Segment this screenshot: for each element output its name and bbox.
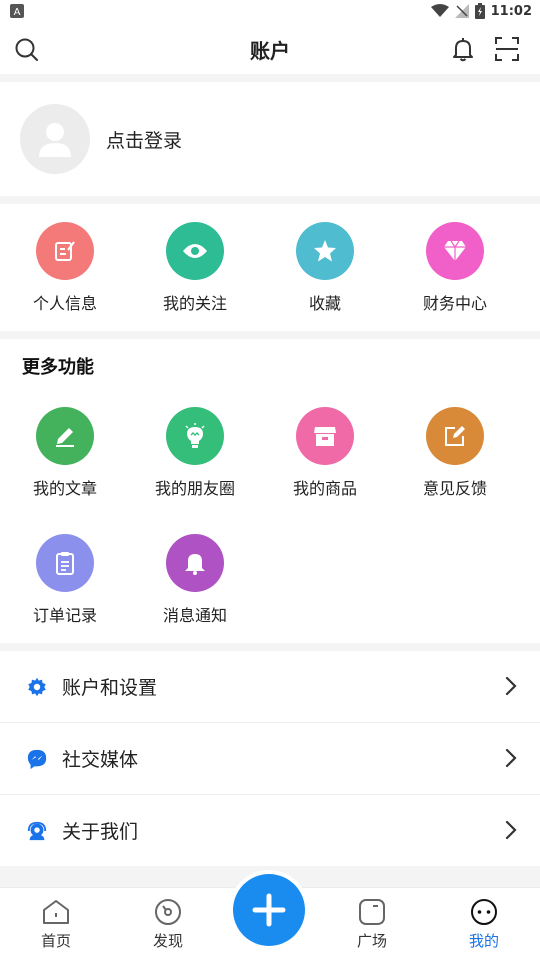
section-title: 更多功能 bbox=[22, 357, 94, 378]
plus-icon bbox=[252, 893, 286, 927]
nav-plaza[interactable]: 广场 bbox=[316, 888, 428, 960]
lightbulb-icon bbox=[185, 423, 205, 448]
avatar[interactable] bbox=[20, 104, 90, 174]
more-label: 订单记录 bbox=[32, 606, 97, 625]
nav-label: 我的 bbox=[468, 932, 499, 950]
status-time: 11:02 bbox=[490, 3, 532, 19]
more-row: 我的文章 我的朋友圈 我的商品 意见反馈 bbox=[0, 407, 520, 499]
quick-actions: 个人信息 我的关注 收藏 财务中心 bbox=[0, 204, 540, 331]
bell-icon[interactable] bbox=[450, 36, 476, 62]
more-functions-section: 更多功能 我的文章 我的朋友圈 我的商品 意见反馈 订单记录 消息通知 bbox=[0, 339, 540, 643]
chevron-right-icon bbox=[505, 820, 517, 840]
status-icons: 11:02 bbox=[430, 3, 532, 19]
profile-login-card[interactable]: 点击登录 bbox=[0, 82, 540, 196]
feedback-icon bbox=[445, 426, 465, 446]
menu-label: 账户和设置 bbox=[62, 677, 158, 699]
more-label: 我的文章 bbox=[32, 479, 97, 498]
more-item-moments[interactable]: 我的朋友圈 bbox=[130, 407, 260, 499]
quick-icon-circle bbox=[296, 222, 354, 280]
bell-icon bbox=[185, 554, 205, 575]
quick-label: 我的关注 bbox=[162, 294, 227, 313]
diamond-icon bbox=[444, 240, 466, 261]
chevron-right-icon bbox=[505, 676, 517, 696]
more-icon-circle bbox=[36, 534, 94, 592]
scan-icon[interactable] bbox=[494, 36, 520, 62]
login-prompt[interactable]: 点击登录 bbox=[106, 126, 182, 153]
quick-icon-circle bbox=[166, 222, 224, 280]
quick-item-favorites[interactable]: 收藏 bbox=[260, 204, 390, 314]
nav-label: 发现 bbox=[152, 932, 183, 950]
quick-item-following[interactable]: 我的关注 bbox=[130, 204, 260, 314]
more-icon-circle bbox=[166, 407, 224, 465]
menu-item-account-settings[interactable]: 账户和设置 bbox=[0, 651, 540, 723]
more-item-products[interactable]: 我的商品 bbox=[260, 407, 390, 499]
quick-label: 财务中心 bbox=[422, 294, 487, 313]
pencil-icon bbox=[56, 428, 74, 447]
status-bar: A 11:02 bbox=[0, 0, 540, 24]
quick-item-profile-info[interactable]: 个人信息 bbox=[0, 204, 130, 314]
store-icon bbox=[314, 427, 336, 446]
menu-label: 关于我们 bbox=[62, 821, 139, 843]
signal-icon bbox=[454, 4, 469, 18]
star-icon bbox=[314, 240, 336, 262]
quick-item-finance[interactable]: 财务中心 bbox=[390, 204, 520, 314]
more-icon-circle bbox=[296, 407, 354, 465]
smile-icon bbox=[471, 899, 497, 925]
nav-home[interactable]: 首页 bbox=[0, 888, 112, 960]
chevron-right-icon bbox=[505, 748, 517, 768]
menu-label: 社交媒体 bbox=[62, 749, 139, 771]
edit-note-icon bbox=[55, 241, 75, 261]
more-label: 我的商品 bbox=[292, 479, 357, 498]
search-icon[interactable] bbox=[14, 37, 40, 63]
clipboard-icon bbox=[56, 552, 74, 575]
menu-item-about-us[interactable]: 关于我们 bbox=[0, 795, 540, 866]
more-row: 订单记录 消息通知 bbox=[0, 534, 260, 626]
more-item-feedback[interactable]: 意见反馈 bbox=[390, 407, 520, 499]
menu-item-social-media[interactable]: 社交媒体 bbox=[0, 723, 540, 795]
more-item-orders[interactable]: 订单记录 bbox=[0, 534, 130, 626]
create-fab-button[interactable] bbox=[233, 874, 305, 946]
more-icon-circle bbox=[166, 534, 224, 592]
quick-icon-circle bbox=[36, 222, 94, 280]
more-item-articles[interactable]: 我的文章 bbox=[0, 407, 130, 499]
more-label: 消息通知 bbox=[162, 606, 227, 625]
user-placeholder-icon bbox=[39, 123, 71, 157]
quick-icon-circle bbox=[426, 222, 484, 280]
square-icon bbox=[359, 899, 385, 925]
quick-label: 个人信息 bbox=[32, 294, 97, 313]
more-label: 意见反馈 bbox=[422, 479, 487, 498]
messenger-icon bbox=[27, 749, 47, 769]
page-title: 账户 bbox=[250, 38, 290, 63]
top-app-bar: 账户 bbox=[0, 24, 540, 74]
gear-icon bbox=[28, 677, 46, 696]
more-icon-circle bbox=[36, 407, 94, 465]
more-label: 我的朋友圈 bbox=[154, 479, 235, 498]
home-icon bbox=[43, 900, 69, 924]
eye-icon bbox=[183, 244, 207, 258]
nav-discover[interactable]: 发现 bbox=[112, 888, 224, 960]
compass-icon bbox=[155, 899, 181, 925]
more-icon-circle bbox=[426, 407, 484, 465]
battery-icon bbox=[474, 3, 485, 19]
wifi-icon bbox=[430, 4, 449, 17]
svg-text:A: A bbox=[14, 7, 21, 18]
nav-label: 广场 bbox=[356, 932, 387, 950]
app-notification-icon: A bbox=[10, 4, 24, 18]
nav-label: 首页 bbox=[40, 932, 71, 950]
settings-menu: 账户和设置 社交媒体 关于我们 bbox=[0, 651, 540, 866]
nav-mine[interactable]: 我的 bbox=[428, 888, 540, 960]
more-item-notifications[interactable]: 消息通知 bbox=[130, 534, 260, 626]
quick-label: 收藏 bbox=[308, 294, 341, 313]
support-icon bbox=[27, 821, 47, 840]
